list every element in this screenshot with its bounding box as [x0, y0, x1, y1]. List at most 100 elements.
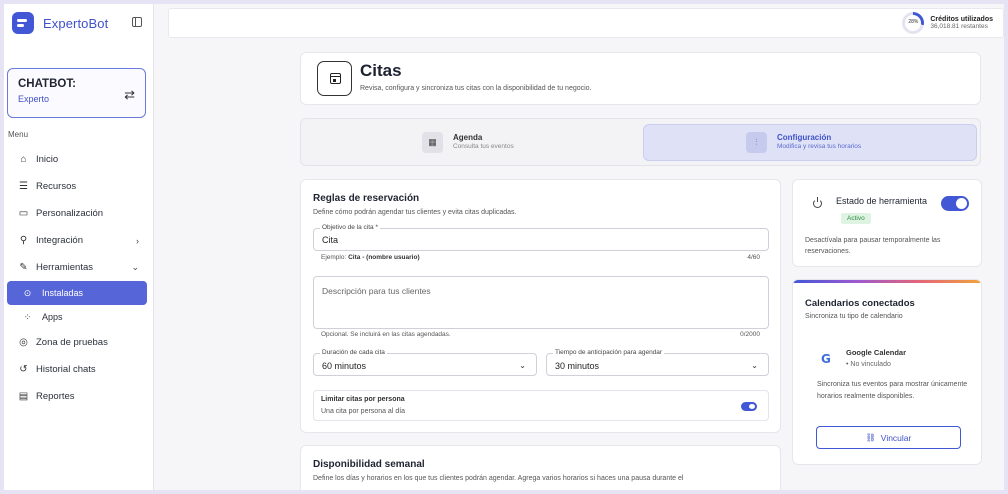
objective-value: Cita — [322, 235, 339, 245]
brand-logo-icon — [12, 12, 34, 34]
apps-icon: ⁘ — [23, 311, 32, 322]
sidebar-item-label: Reportes — [36, 391, 75, 402]
sidebar-item-label: Historial chats — [36, 364, 96, 375]
sidebar-item-reportes[interactable]: ▤ Reportes — [7, 383, 147, 410]
sidebar-nav: ⌂ Inicio ☰ Recursos ▭ Personalización ⚲ … — [7, 146, 147, 410]
sidebar-item-instaladas[interactable]: ⊙ Instaladas — [7, 281, 147, 305]
swap-icon[interactable]: ⇄ — [124, 87, 135, 103]
sidebar-collapse-icon[interactable] — [132, 17, 142, 27]
tab-sublabel: Modifica y revisa tus horarios — [777, 143, 862, 151]
objective-hint: Ejemplo: Cita - (nombre usuario) — [321, 254, 420, 261]
booking-rules-card: Reglas de reservación Define cómo podrán… — [300, 179, 781, 433]
menu-heading: Menu — [8, 130, 29, 139]
chevron-down-icon: ⌄ — [751, 361, 758, 370]
page-subtitle: Revisa, configura y sincroniza tus citas… — [360, 85, 592, 92]
limit-toggle[interactable] — [741, 402, 757, 411]
history-icon: ↺ — [19, 364, 28, 375]
app-frame: ExpertoBot CHATBOT: Experto ⇄ Menu ⌂ Ini… — [4, 4, 1004, 490]
home-icon: ⌂ — [20, 154, 27, 165]
availability-subtitle: Define los días y horarios en los que tu… — [313, 475, 684, 482]
rules-subtitle: Define cómo podrán agendar tus clientes … — [313, 209, 517, 216]
credits-text: Créditos utilizados 36,018.81 restantes — [930, 16, 993, 31]
chatbot-selector[interactable]: CHATBOT: Experto ⇄ — [7, 68, 146, 118]
limit-title: Limitar citas por persona — [321, 396, 405, 403]
objective-field[interactable]: Objetivo de la cita * Cita — [313, 224, 769, 251]
duration-label: Duración de cada cita — [320, 349, 387, 356]
sidebar-item-label: Zona de pruebas — [36, 337, 108, 348]
status-description: Desactívala para pausar temporalmente la… — [805, 237, 941, 255]
page-icon-box — [317, 61, 352, 96]
link-icon: ⛓ — [865, 433, 876, 442]
resources-icon: ☰ — [19, 181, 28, 192]
objective-label: Objetivo de la cita * — [320, 224, 381, 231]
chevron-down-icon: ⌄ — [131, 262, 139, 272]
sidebar-item-recursos[interactable]: ☰ Recursos — [7, 173, 147, 200]
availability-title: Disponibilidad semanal — [313, 459, 425, 470]
tab-configuracion[interactable]: ⫶ Configuración Modifica y revisa tus ho… — [643, 124, 977, 161]
tab-label: Agenda — [453, 133, 483, 143]
weekly-availability-card: Disponibilidad semanal Define los días y… — [300, 445, 781, 490]
calendars-description: Sincroniza tus eventos para mostrar únic… — [817, 381, 968, 400]
tab-sublabel: Consulta tus eventos — [453, 143, 514, 151]
sidebar-item-label: Recursos — [36, 181, 77, 192]
sidebar-item-zona-de-pruebas[interactable]: ◎ Zona de pruebas — [7, 329, 147, 356]
link-calendar-button[interactable]: ⛓ Vincular — [816, 426, 961, 449]
sidebar-item-label: Inicio — [36, 154, 59, 165]
description-char-count: 0/2000 — [740, 331, 760, 338]
tabs: ▦ Agenda Consulta tus eventos ⫶ Configur… — [300, 118, 981, 166]
sidebar-item-label: Integración — [36, 235, 84, 246]
limit-per-person-row: Limitar citas por persona Una cita por p… — [313, 390, 769, 421]
connected-calendars-card: Calendarios conectados Sincroniza tu tip… — [792, 279, 982, 465]
test-icon: ◎ — [19, 337, 28, 348]
sidebar-item-label: Apps — [42, 312, 63, 322]
sliders-icon: ⫶ — [746, 132, 767, 153]
provider-name: Google Calendar — [846, 348, 907, 357]
credits-indicator[interactable]: 28% Créditos utilizados 36,018.81 restan… — [902, 12, 993, 34]
chatbot-name: Experto — [18, 94, 50, 104]
sidebar-item-inicio[interactable]: ⌂ Inicio — [7, 146, 147, 173]
duration-value: 60 minutos — [322, 361, 367, 371]
check-circle-icon: ⊙ — [23, 287, 32, 298]
tool-status-card: Estado de herramienta Activo Desactívala… — [792, 179, 982, 267]
chatbot-title: CHATBOT: — [18, 78, 76, 90]
sidebar-item-apps[interactable]: ⁘ Apps — [7, 305, 147, 329]
advance-value: 30 minutos — [555, 361, 600, 371]
brand[interactable]: ExpertoBot — [12, 11, 148, 35]
report-icon: ▤ — [18, 391, 29, 402]
sidebar-item-label: Herramientas — [36, 262, 94, 273]
calendars-title: Calendarios conectados — [805, 298, 915, 309]
gradient-bar — [793, 280, 981, 283]
description-field[interactable]: Descripción para tus clientes — [313, 276, 769, 329]
calendar-icon: ▦ — [422, 132, 443, 153]
page-title: Citas — [360, 61, 402, 80]
objective-char-count: 4/60 — [747, 254, 760, 261]
credits-percent: 28% — [908, 19, 919, 25]
duration-select[interactable]: Duración de cada cita 60 minutos ⌄ — [313, 349, 537, 376]
sidebar-item-personalizacion[interactable]: ▭ Personalización — [7, 200, 147, 227]
rules-title: Reglas de reservación — [313, 193, 420, 204]
tools-icon: ✎ — [19, 262, 28, 273]
tool-status-toggle[interactable] — [941, 196, 969, 211]
credits-progress-ring: 28% — [902, 12, 925, 34]
sidebar-item-label: Personalización — [36, 208, 104, 219]
power-icon — [813, 197, 822, 208]
sidebar-item-integracion[interactable]: ⚲ Integración › — [7, 227, 147, 254]
calendar-icon — [330, 73, 341, 84]
status-title: Estado de herramienta — [836, 196, 928, 206]
credits-remaining: 36,018.81 restantes — [930, 23, 988, 31]
credits-title: Créditos utilizados — [930, 15, 993, 23]
chevron-down-icon: ⌄ — [519, 361, 526, 370]
tab-label: Configuración — [777, 133, 832, 143]
advance-time-select[interactable]: Tiempo de anticipación para agendar 30 m… — [546, 349, 769, 376]
tab-agenda[interactable]: ▦ Agenda Consulta tus eventos — [422, 124, 622, 161]
provider-status: • No vinculado — [846, 361, 891, 368]
brand-name: ExpertoBot — [43, 15, 109, 31]
chat-icon: ▭ — [18, 208, 29, 219]
sidebar-item-herramientas[interactable]: ✎ Herramientas ⌄ — [7, 254, 147, 281]
description-hint: Opcional. Se incluirá en las citas agend… — [321, 331, 451, 338]
top-bar: 28% Créditos utilizados 36,018.81 restan… — [168, 8, 1004, 38]
page-header: Citas Revisa, configura y sincroniza tus… — [300, 52, 981, 105]
calendars-subtitle: Sincroniza tu tipo de calendario — [805, 313, 903, 320]
sidebar-item-historial-chats[interactable]: ↺ Historial chats — [7, 356, 147, 383]
chevron-right-icon: › — [136, 235, 139, 246]
